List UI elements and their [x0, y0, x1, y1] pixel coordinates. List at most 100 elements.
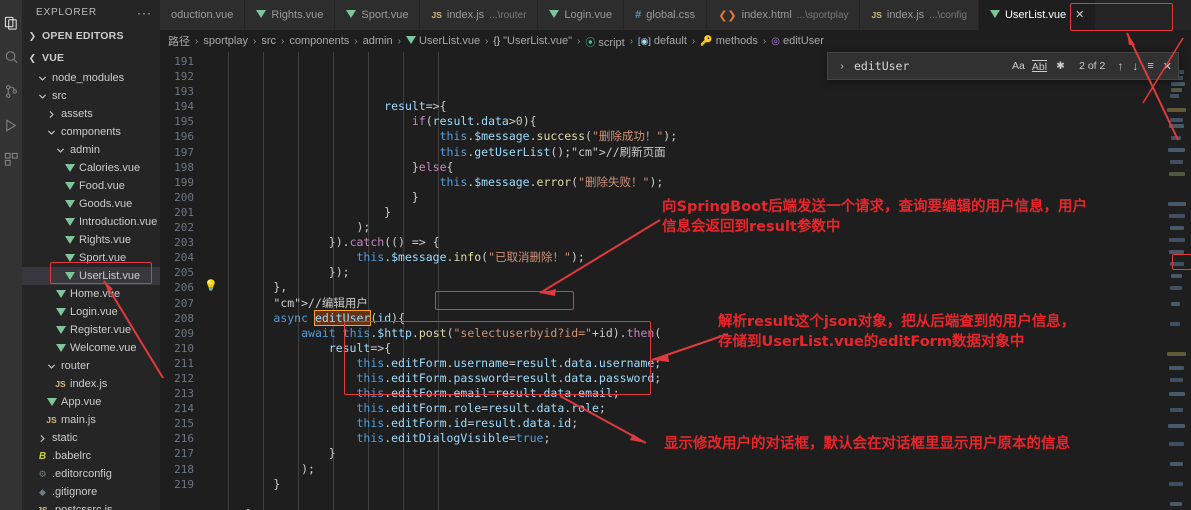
code-line[interactable]: this.editForm.id=result.data.id; — [218, 416, 1191, 431]
find-input[interactable]: editUser — [850, 56, 1006, 76]
find-in-selection-icon[interactable]: ≡ — [1147, 60, 1153, 72]
tree-item-main-js[interactable]: JS main.js — [22, 411, 160, 429]
code-line[interactable]: async editUser(id){ — [218, 309, 1191, 326]
run-debug-icon[interactable] — [0, 108, 22, 142]
breadcrumb-item-8[interactable]: [◉] default — [636, 35, 689, 47]
more-actions-icon[interactable]: ··· — [137, 7, 152, 19]
tree-item-login-vue[interactable]: Login.vue — [22, 303, 160, 321]
breadcrumb-item-4[interactable]: admin — [361, 35, 395, 47]
code-line[interactable]: await this.$http.post("selectuserbyid?id… — [218, 326, 1191, 341]
breadcrumb-item-0[interactable]: 路径 — [166, 33, 192, 49]
breadcrumb-item-10[interactable]: ◎ editUser — [769, 35, 826, 47]
breadcrumb-separator: › — [691, 35, 696, 47]
lightbulb-icon[interactable]: 💡 — [204, 279, 218, 292]
breadcrumb-item-9[interactable]: 🔑 methods — [698, 35, 760, 47]
editor-tab-index-js-3[interactable]: JS index.js ...\router — [420, 0, 539, 30]
match-case-icon[interactable]: Aa — [1012, 60, 1025, 72]
tree-item--postcssrc-js[interactable]: JS .postcssrc.js — [22, 501, 160, 510]
tree-item-introduction-vue[interactable]: Introduction.vue — [22, 213, 160, 231]
code-line[interactable]: }); — [218, 265, 1191, 280]
editor-tab-login-vue-4[interactable]: Login.vue — [538, 0, 625, 30]
code-editor[interactable]: 191 192 193 194 195 196 197 198 199 200 201 202 203 2… — [160, 52, 1191, 510]
code-line[interactable] — [218, 492, 1191, 507]
code-line[interactable]: this.getUserList();"cm">//刷新页面 — [218, 145, 1191, 160]
section-vue[interactable]: ❮ VUE — [22, 47, 160, 69]
code-line[interactable]: "cm">//编辑用户 — [218, 296, 1191, 311]
code-line[interactable]: this.editDialogVisible=true; — [218, 431, 1191, 446]
code-line[interactable]: } — [218, 205, 1191, 220]
tree-item-home-vue[interactable]: Home.vue — [22, 285, 160, 303]
code-line[interactable]: this.editForm.password=result.data.passw… — [218, 371, 1191, 386]
code-line[interactable]: }else{ — [218, 160, 1191, 175]
find-widget[interactable]: › editUser Aa Abl ✱ 2 of 2 ↑ ↓ ≡ ✕ — [827, 52, 1179, 80]
code-line[interactable]: } — [218, 190, 1191, 205]
tree-item-userlist-vue[interactable]: UserList.vue — [22, 267, 160, 285]
code-line[interactable]: this.editForm.username=result.data.usern… — [218, 356, 1191, 371]
tree-item-assets[interactable]: assets — [22, 105, 160, 123]
previous-match-icon[interactable]: ↑ — [1117, 59, 1123, 73]
toggle-replace-icon[interactable]: › — [834, 61, 850, 72]
code-line[interactable]: }, — [218, 280, 1191, 295]
editor-tab-index-js-7[interactable]: JS index.js ...\config — [860, 0, 979, 30]
editor-tab-rights-vue-1[interactable]: Rights.vue — [245, 0, 336, 30]
code-line[interactable]: this.$message.info("已取消删除！"); — [218, 250, 1191, 265]
editor-tab-global-css-5[interactable]: # global.css — [624, 0, 708, 30]
tree-item-node-modules[interactable]: node_modules — [22, 69, 160, 87]
code-line[interactable]: this.$message.success("删除成功！"); — [218, 129, 1191, 144]
vscode-window: EXPLORER ··· ❯ OPEN EDITORS ❮ VUE node_m… — [0, 0, 1191, 510]
tree-item-register-vue[interactable]: Register.vue — [22, 321, 160, 339]
tree-item-static[interactable]: static — [22, 429, 160, 447]
tree-item-router[interactable]: router — [22, 357, 160, 375]
line-number: 216 — [174, 432, 194, 446]
code-line[interactable]: this.editForm.email=result.data.email; — [218, 386, 1191, 401]
source-control-icon[interactable] — [0, 74, 22, 108]
code-line[interactable]: this.editForm.role=result.data.role; — [218, 401, 1191, 416]
tree-item-components[interactable]: components — [22, 123, 160, 141]
section-open-editors[interactable]: ❯ OPEN EDITORS — [22, 25, 160, 47]
tree-item-sport-vue[interactable]: Sport.vue — [22, 249, 160, 267]
tree-item-app-vue[interactable]: App.vue — [22, 393, 160, 411]
code-line[interactable]: ); — [218, 220, 1191, 235]
tree-item--babelrc[interactable]: B .babelrc — [22, 447, 160, 465]
close-find-icon[interactable]: ✕ — [1163, 60, 1172, 73]
code-line[interactable]: ); — [218, 462, 1191, 477]
code-line[interactable]: result=>{ — [218, 341, 1191, 356]
breadcrumb-item-2[interactable]: src — [259, 35, 278, 47]
tree-item-food-vue[interactable]: Food.vue — [22, 177, 160, 195]
tree-item-index-js[interactable]: JS index.js — [22, 375, 160, 393]
code-content[interactable]: result=>{ if(result.data>0){ this.$messa… — [218, 52, 1191, 510]
breadcrumb-item-1[interactable]: sportplay — [201, 35, 250, 47]
close-tab-icon[interactable]: ✕ — [1075, 9, 1084, 21]
code-line[interactable]: result=>{ — [218, 99, 1191, 114]
code-line[interactable]: } — [218, 446, 1191, 461]
breadcrumb-item-6[interactable]: {} "UserList.vue" — [491, 35, 574, 47]
code-line[interactable]: if(result.data>0){ — [218, 114, 1191, 129]
tree-item-welcome-vue[interactable]: Welcome.vue — [22, 339, 160, 357]
editor-tab-sport-vue-2[interactable]: Sport.vue — [335, 0, 421, 30]
tree-item-calories-vue[interactable]: Calories.vue — [22, 159, 160, 177]
code-line[interactable]: } — [218, 477, 1191, 492]
code-line[interactable]: }).catch(() => { — [218, 235, 1191, 250]
search-icon[interactable] — [0, 40, 22, 74]
breadcrumb-item-5[interactable]: UserList.vue — [404, 35, 482, 47]
line-number: 215 — [174, 417, 194, 431]
regex-icon[interactable]: ✱ — [1054, 60, 1067, 72]
tree-item-src[interactable]: src — [22, 87, 160, 105]
breadcrumb-item-3[interactable]: components — [287, 35, 351, 47]
editor-tab-userlist-vue-8[interactable]: UserList.vue ✕ — [978, 0, 1097, 30]
tree-item--gitignore[interactable]: ◆ .gitignore — [22, 483, 160, 501]
explorer-icon[interactable] — [0, 6, 22, 40]
whole-word-icon[interactable]: Abl — [1031, 59, 1048, 73]
editor-tab-label: index.js — [446, 9, 485, 21]
next-match-icon[interactable]: ↓ — [1132, 59, 1138, 73]
editor-tab-index-html-6[interactable]: ❮❯ index.html ...\sportplay — [707, 0, 861, 30]
minimap[interactable] — [1165, 52, 1191, 510]
breadcrumb-item-7[interactable]: ⦿ script — [583, 34, 626, 49]
code-line[interactable]: this.$message.error("删除失败！"); — [218, 175, 1191, 190]
editor-tab-oduction-vue-0[interactable]: oduction.vue — [160, 0, 246, 30]
tree-item-rights-vue[interactable]: Rights.vue — [22, 231, 160, 249]
extensions-icon[interactable] — [0, 142, 22, 176]
tree-item-admin[interactable]: admin — [22, 141, 160, 159]
tree-item-goods-vue[interactable]: Goods.vue — [22, 195, 160, 213]
tree-item--editorconfig[interactable]: ⚙ .editorconfig — [22, 465, 160, 483]
